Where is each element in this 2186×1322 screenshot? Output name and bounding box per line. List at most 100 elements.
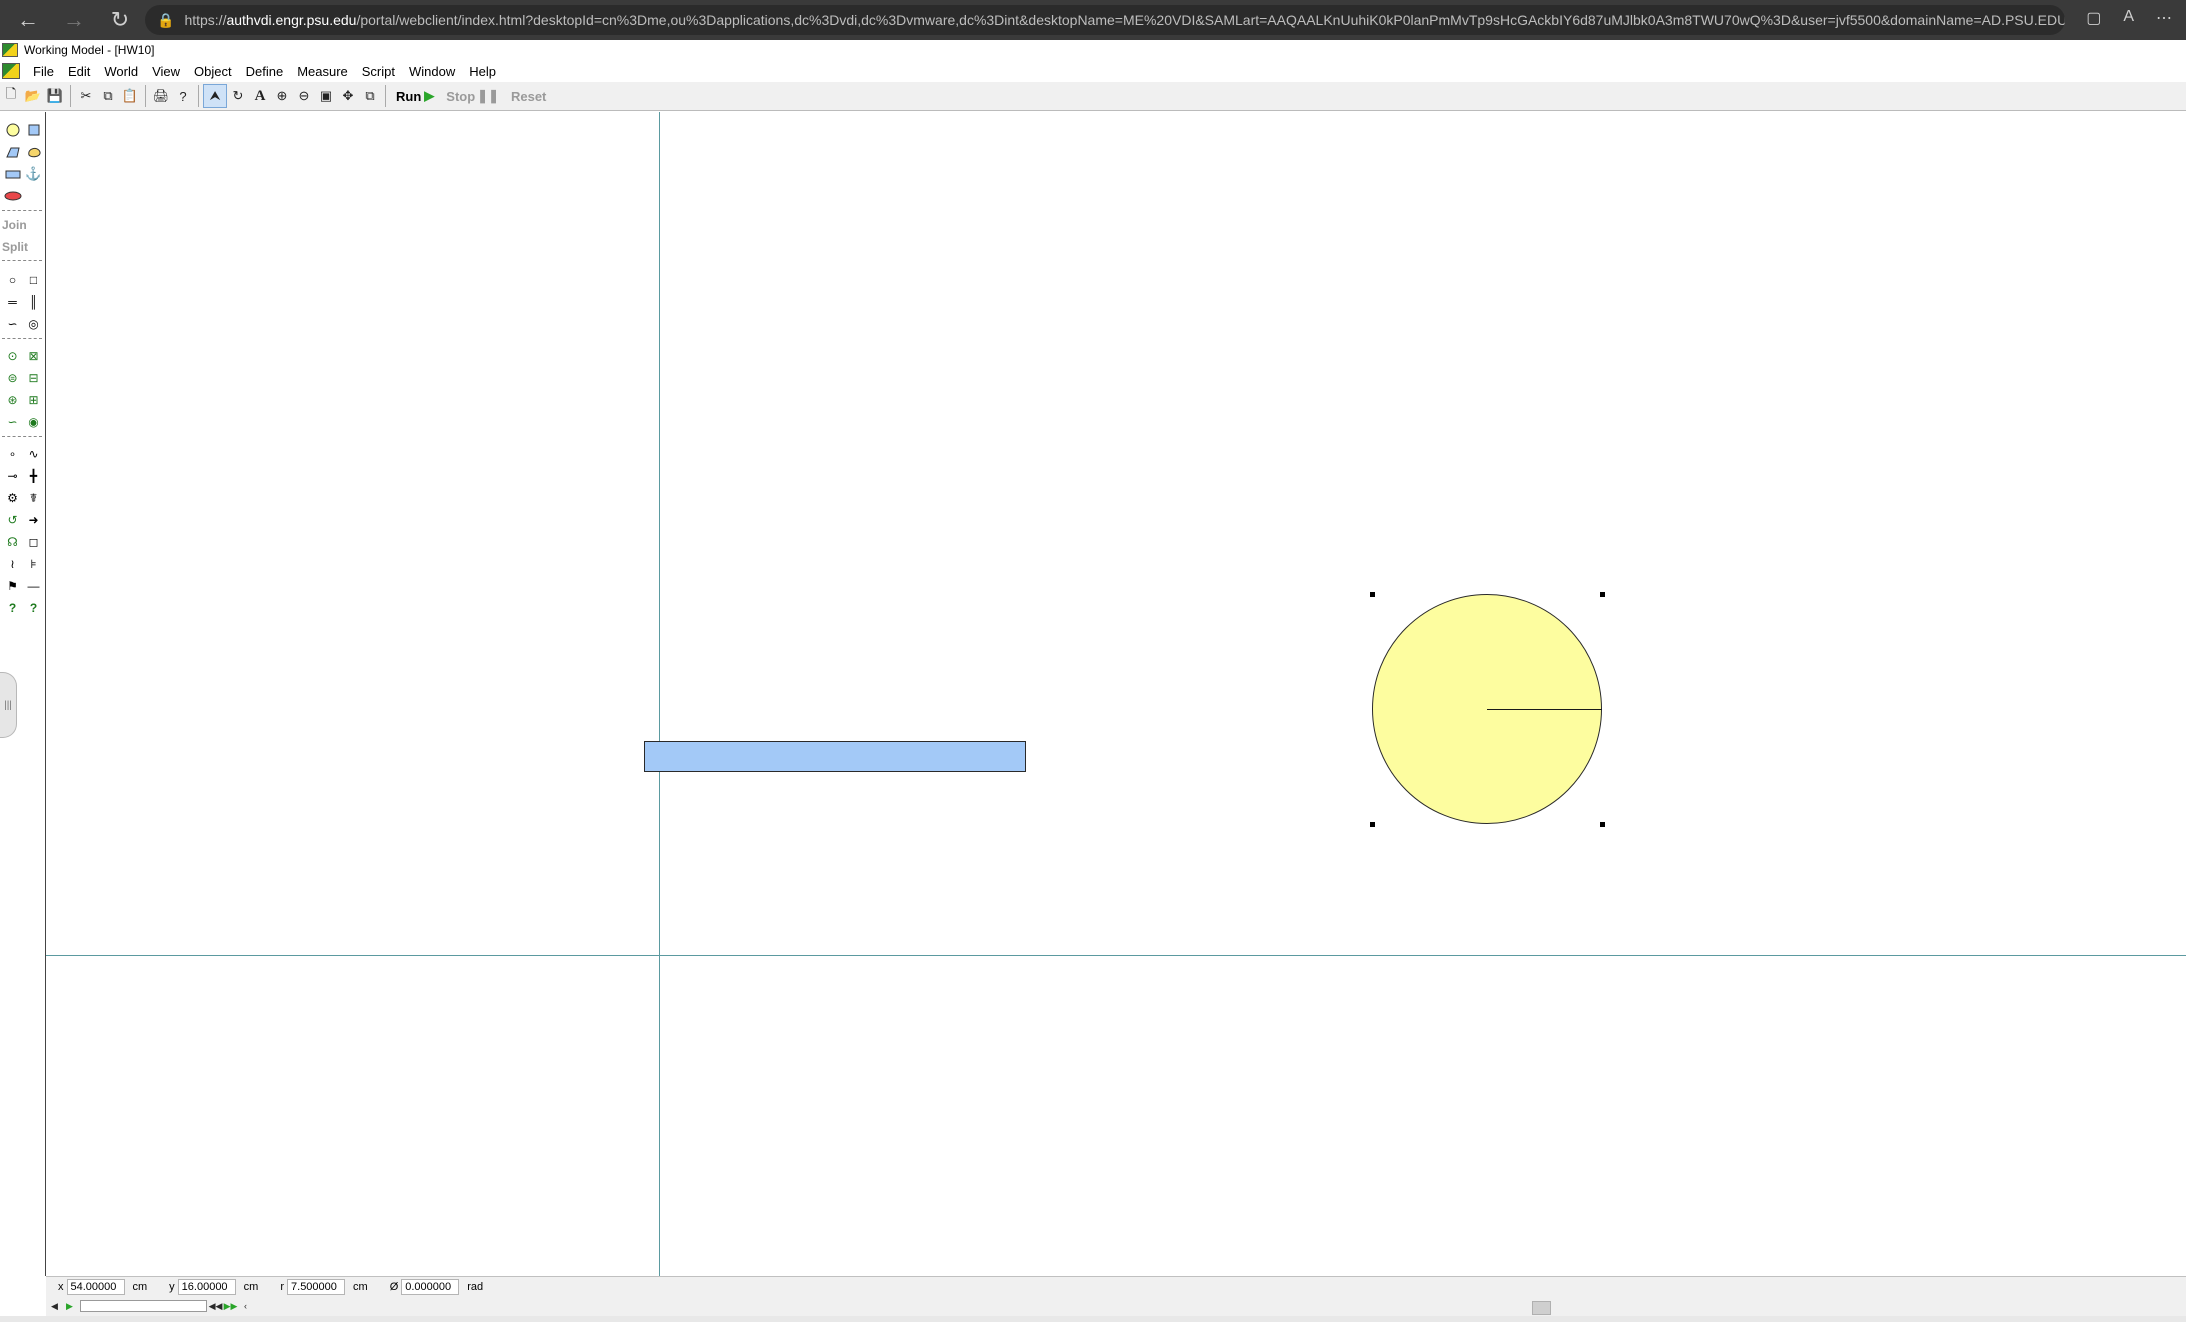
anchor-tool-icon[interactable]: ⚓ bbox=[25, 165, 43, 183]
rigid-joint-icon[interactable]: ⊠ bbox=[25, 347, 43, 365]
y-label: y bbox=[169, 1281, 175, 1293]
cut-icon[interactable]: ✂ bbox=[75, 85, 97, 107]
print-icon[interactable]: 🖨 bbox=[150, 85, 172, 107]
document-icon[interactable] bbox=[2, 63, 20, 79]
vertical-pin-slot-icon[interactable]: ⊛ bbox=[4, 391, 22, 409]
rope-tool-icon[interactable]: ⊸ bbox=[4, 467, 22, 485]
selection-handle-bottom-right[interactable] bbox=[1600, 822, 1605, 827]
palette-row: ⚙ ☤ bbox=[2, 488, 44, 508]
zoom-in-icon[interactable]: ⊕ bbox=[271, 85, 293, 107]
spring-tool-icon[interactable]: ∿ bbox=[25, 445, 43, 463]
copy-icon[interactable]: ⧉ bbox=[97, 85, 119, 107]
play-forward-icon[interactable]: ▶ bbox=[63, 1300, 76, 1313]
horizontal-keyed-slot-icon[interactable]: ⊟ bbox=[25, 369, 43, 387]
reload-icon[interactable]: ↻ bbox=[102, 2, 138, 38]
ellipse-tool-icon[interactable] bbox=[4, 187, 22, 205]
palette-row: ? ? bbox=[2, 598, 44, 618]
curved-pin-slot-icon[interactable]: ∽ bbox=[4, 413, 22, 431]
rectangle-tool-icon[interactable] bbox=[4, 165, 22, 183]
new-file-icon[interactable]: 🗋 bbox=[0, 85, 22, 107]
menu-define[interactable]: Define bbox=[239, 64, 291, 79]
gear-icon[interactable]: ⚙ bbox=[4, 489, 22, 507]
curved-body-tool-icon[interactable] bbox=[25, 143, 43, 161]
arrow-select-icon[interactable]: ⮝ bbox=[203, 84, 227, 108]
pulley-icon[interactable]: ☤ bbox=[25, 489, 43, 507]
url-host: authvdi.engr.psu.edu bbox=[226, 12, 357, 28]
arrow-right-icon[interactable]: → bbox=[56, 2, 92, 38]
rod-tool-icon[interactable]: ∘ bbox=[4, 445, 22, 463]
closed-pin-slot-icon[interactable]: ◉ bbox=[25, 413, 43, 431]
menu-file[interactable]: File bbox=[26, 64, 61, 79]
menu-object[interactable]: Object bbox=[187, 64, 239, 79]
square-point-tool-icon[interactable]: □ bbox=[25, 271, 43, 289]
menu-edit[interactable]: Edit bbox=[61, 64, 97, 79]
stop-button[interactable]: Stop ❚❚ bbox=[440, 88, 505, 104]
rotate-icon[interactable]: ↻ bbox=[227, 85, 249, 107]
selection-handle-bottom-left[interactable] bbox=[1370, 822, 1375, 827]
menu-world[interactable]: World bbox=[97, 64, 145, 79]
text-tool-icon[interactable]: A bbox=[249, 85, 271, 107]
curved-slot-icon[interactable]: ∽ bbox=[4, 315, 22, 333]
square-tool-icon[interactable] bbox=[25, 121, 43, 139]
phi-value-field[interactable]: 0.000000 bbox=[401, 1279, 460, 1295]
query-tool-icon[interactable]: ? bbox=[4, 599, 22, 617]
line-tool-icon[interactable]: — bbox=[25, 577, 43, 595]
torque-tool-icon[interactable]: ☊ bbox=[4, 533, 22, 551]
join-button[interactable]: Join bbox=[2, 218, 27, 232]
help-pointer-icon[interactable]: ? bbox=[172, 85, 194, 107]
horizontal-scroll-thumb[interactable] bbox=[1532, 1301, 1551, 1315]
menu-script[interactable]: Script bbox=[355, 64, 402, 79]
home-view-icon[interactable]: ⧉ bbox=[359, 85, 381, 107]
step-forward-icon[interactable]: ▶▶ bbox=[224, 1300, 238, 1313]
x-value-field[interactable]: 54.00000 bbox=[66, 1279, 125, 1295]
y-value-field[interactable]: 16.00000 bbox=[177, 1279, 236, 1295]
point-tool-icon[interactable]: ○ bbox=[4, 271, 22, 289]
menu-view[interactable]: View bbox=[145, 64, 187, 79]
zoom-out-icon[interactable]: ⊖ bbox=[293, 85, 315, 107]
actuator-tool-icon[interactable]: ◻ bbox=[25, 533, 43, 551]
zoom-fit-icon[interactable]: ▣ bbox=[315, 85, 337, 107]
more-icon[interactable]: ⋯ bbox=[2156, 8, 2172, 28]
torsion-spring-icon[interactable]: ≀ bbox=[4, 555, 22, 573]
circle-tool-icon[interactable] bbox=[4, 121, 22, 139]
vertical-keyed-slot-icon[interactable]: ⊞ bbox=[25, 391, 43, 409]
paste-icon[interactable]: 📋 bbox=[119, 85, 141, 107]
damper-tool-icon[interactable]: ╋ bbox=[25, 467, 43, 485]
separator-icon[interactable]: ⊧ bbox=[25, 555, 43, 573]
force-tool-icon[interactable]: ➜ bbox=[25, 511, 43, 529]
query-slot-tool-icon[interactable]: ? bbox=[25, 599, 43, 617]
polygon-tool-icon[interactable] bbox=[4, 143, 22, 161]
scroll-left-icon[interactable]: ‹ bbox=[239, 1300, 252, 1313]
horizontal-pin-slot-icon[interactable]: ⊜ bbox=[4, 369, 22, 387]
address-bar[interactable]: 🔒 https://authvdi.engr.psu.edu/portal/we… bbox=[145, 5, 2065, 35]
step-back-icon[interactable]: ◀◀ bbox=[209, 1300, 223, 1313]
motor-tool-icon[interactable]: ↺ bbox=[4, 511, 22, 529]
read-aloud-icon[interactable]: A bbox=[2123, 8, 2134, 28]
menu-window[interactable]: Window bbox=[402, 64, 462, 79]
arrow-left-icon[interactable]: ← bbox=[10, 2, 46, 38]
pin-joint-icon[interactable]: ⊙ bbox=[4, 347, 22, 365]
selection-handle-top-left[interactable] bbox=[1370, 592, 1375, 597]
rewind-icon[interactable]: ◀ bbox=[48, 1300, 61, 1313]
reset-button[interactable]: Reset bbox=[505, 89, 552, 104]
horizontal-slot-icon[interactable]: ═ bbox=[4, 293, 22, 311]
y-axis-line bbox=[659, 112, 660, 1276]
selection-handle-top-right[interactable] bbox=[1600, 592, 1605, 597]
url-scheme: https:// bbox=[184, 12, 227, 28]
menu-measure[interactable]: Measure bbox=[290, 64, 355, 79]
workspace-canvas[interactable] bbox=[46, 112, 2186, 1276]
run-button[interactable]: Run ▶ bbox=[390, 88, 440, 104]
rectangle-body[interactable] bbox=[644, 741, 1026, 772]
panel-collapse-handle[interactable]: ||| bbox=[0, 672, 17, 738]
clipboard-icon[interactable]: ▢ bbox=[2086, 8, 2101, 28]
closed-slot-icon[interactable]: ◎ bbox=[25, 315, 43, 333]
pan-move-icon[interactable]: ✥ bbox=[337, 85, 359, 107]
open-folder-icon[interactable]: 📂 bbox=[22, 85, 44, 107]
r-value-field[interactable]: 7.500000 bbox=[287, 1279, 346, 1295]
flag-tool-icon[interactable]: ⚑ bbox=[4, 577, 22, 595]
menu-help[interactable]: Help bbox=[462, 64, 503, 79]
vertical-slot-icon[interactable]: ║ bbox=[25, 293, 43, 311]
save-icon[interactable]: 💾 bbox=[44, 85, 66, 107]
tape-slider[interactable] bbox=[80, 1300, 207, 1312]
split-button[interactable]: Split bbox=[2, 240, 28, 254]
